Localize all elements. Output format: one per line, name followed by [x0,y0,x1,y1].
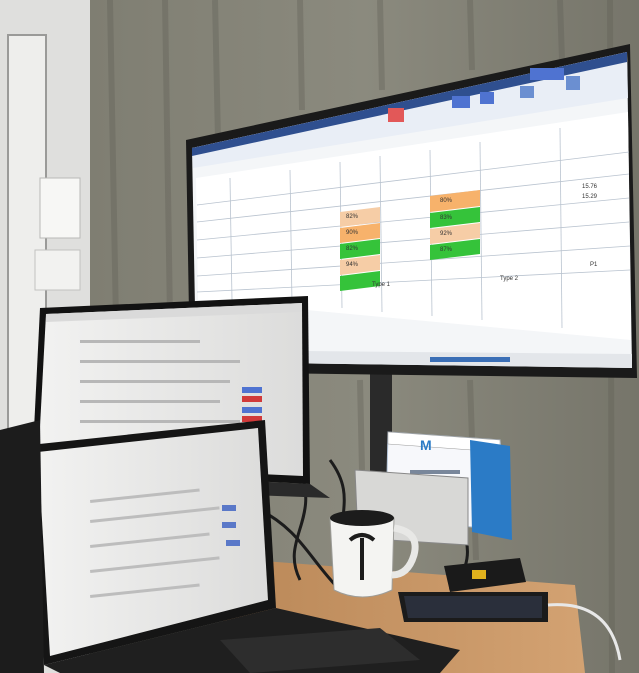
cell-value: 90% [346,230,359,236]
calendar-side [470,440,512,540]
calendar-brand: M [420,437,432,453]
cell-value: 92% [440,231,453,237]
cell-value: 83% [440,215,453,221]
ribbon-icon [480,92,494,104]
ribbon-icon [566,76,580,90]
paper-note-2 [34,249,81,291]
ribbon-share-button[interactable] [530,68,564,80]
form-button[interactable] [242,387,262,393]
cell-value: 94% [346,262,359,268]
sheet-label: P1 [590,262,598,268]
gadget-label [472,570,486,579]
ribbon-icon [520,86,534,98]
scene-svg [0,0,639,673]
cell-value: 80% [440,198,453,204]
cell-value: 82% [346,214,359,220]
form-button[interactable] [226,540,240,546]
cell-value: 82% [346,246,359,252]
table-header: Type 2 [500,276,519,282]
form-button[interactable] [222,505,236,511]
form-button[interactable] [222,522,236,528]
ribbon-icon [388,108,404,122]
sheet-scroll[interactable] [430,357,510,362]
left-monitor-edge [0,420,44,673]
form-button[interactable] [242,396,262,402]
paper-note [39,177,81,239]
phone-screen [404,596,542,618]
ribbon-icon [452,96,470,108]
table-header: Type 1 [372,282,391,288]
smartphone [398,592,548,622]
mug-rim [330,510,394,526]
photo-scene: 82% 90% 82% 94% 80% 83% 92% 87% 15.76 15… [0,0,639,673]
cell-value: 87% [440,247,453,253]
top-right-value: 15.76 [582,184,598,190]
top-right-value: 15.29 [582,194,598,200]
form-button[interactable] [242,407,262,413]
